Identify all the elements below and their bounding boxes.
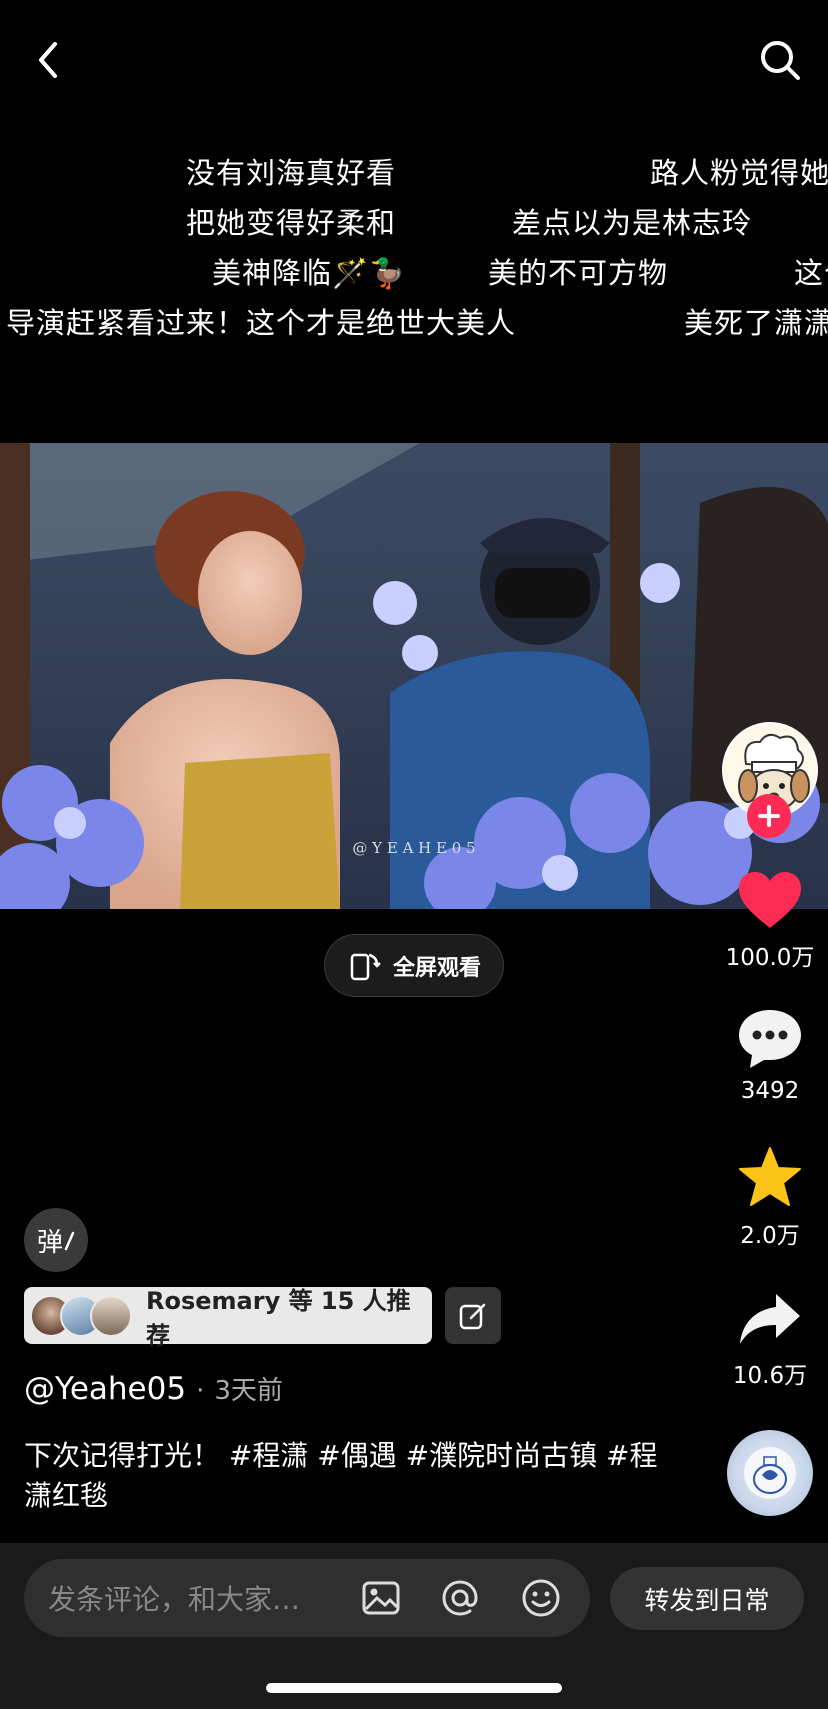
comment-button[interactable]: 3492 (720, 1008, 820, 1104)
emoji-button[interactable] (520, 1577, 562, 1619)
edit-recommend-button[interactable] (445, 1287, 501, 1344)
comment-input[interactable]: 发条评论，和大家一起讨论 (24, 1559, 590, 1637)
back-button[interactable] (18, 30, 78, 90)
share-button[interactable]: 10.6万 (720, 1292, 820, 1390)
chevron-left-icon (39, 42, 57, 78)
avatar (90, 1294, 132, 1337)
author-line: @Yeahe05 · 3天前 (24, 1370, 283, 1407)
author-handle[interactable]: @Yeahe05 (24, 1371, 186, 1407)
star-icon (739, 1147, 801, 1206)
danmaku-comment: 路人粉觉得她 (650, 156, 828, 190)
blue-porcelain-icon (744, 1447, 796, 1499)
mention-button[interactable] (439, 1577, 481, 1619)
danmaku-comment: 美死了潇潇 (684, 306, 828, 340)
favorite-button[interactable]: 2.0万 (720, 1146, 820, 1250)
edit-icon (459, 1303, 486, 1329)
fullscreen-button[interactable]: 全屏观看 (324, 934, 504, 997)
like-button[interactable]: 100.0万 (720, 870, 820, 972)
separator-dot: · (196, 1376, 205, 1406)
recommend-pill[interactable]: Rosemary 等 15 人推荐 (24, 1287, 432, 1350)
recommender-avatars (30, 1294, 132, 1337)
video-caption[interactable]: 下次记得打光！ #程潇 #偶遇 #濮院时尚古镇 #程潇红毯 (24, 1436, 664, 1516)
like-count: 100.0万 (725, 945, 815, 971)
share-to-daily-label: 转发到日常 (644, 1585, 770, 1615)
favorite-count: 2.0万 (740, 1223, 800, 1249)
heart-icon (739, 872, 801, 928)
danmaku-comment: 差点以为是林志玲 (512, 206, 753, 240)
comment-placeholder: 发条评论，和大家一起讨论 (48, 1583, 318, 1616)
slash-icon (64, 1231, 75, 1251)
video-watermark: @ Y E A H E 0 5 (352, 839, 475, 857)
danmaku-comment: 没有刘海真好看 (186, 156, 397, 190)
danmaku-comment: 导演赶紧看过来！这个才是绝世大美人 (6, 306, 517, 340)
danmaku-comment: 这个 (794, 256, 828, 290)
image-button[interactable] (360, 1577, 402, 1619)
home-indicator[interactable] (266, 1683, 562, 1693)
search-button[interactable] (750, 30, 810, 90)
rotate-phone-icon (350, 953, 381, 980)
video-frame: @ Y E A H E 0 5 (0, 443, 828, 909)
comment-count: 3492 (740, 1078, 800, 1104)
danmaku-toggle-label: 弹 (36, 1227, 63, 1258)
at-sign-icon (442, 1580, 478, 1616)
video-player[interactable]: @ Y E A H E 0 5 (0, 443, 828, 909)
image-icon (362, 1581, 400, 1615)
danmaku-comment: 美神降临🪄🦆 (212, 256, 407, 290)
search-icon (761, 41, 800, 80)
fullscreen-label: 全屏观看 (392, 955, 481, 981)
smiley-icon (522, 1579, 560, 1617)
share-to-daily-button[interactable]: 转发到日常 (610, 1567, 804, 1630)
recommend-text: Rosemary 等 15 人推荐 (146, 1286, 411, 1350)
post-time: 3天前 (214, 1376, 283, 1406)
share-arrow-icon (740, 1294, 800, 1344)
follow-button[interactable] (747, 794, 791, 838)
share-count: 10.6万 (732, 1363, 808, 1389)
comment-bubble-icon (739, 1010, 801, 1068)
danmaku-toggle-button[interactable]: 弹 (24, 1208, 88, 1272)
plus-icon (758, 805, 780, 827)
danmaku-comment: 把她变得好柔和 (186, 206, 397, 240)
music-disc[interactable] (727, 1430, 813, 1516)
danmaku-comment: 美的不可方物 (488, 256, 669, 290)
